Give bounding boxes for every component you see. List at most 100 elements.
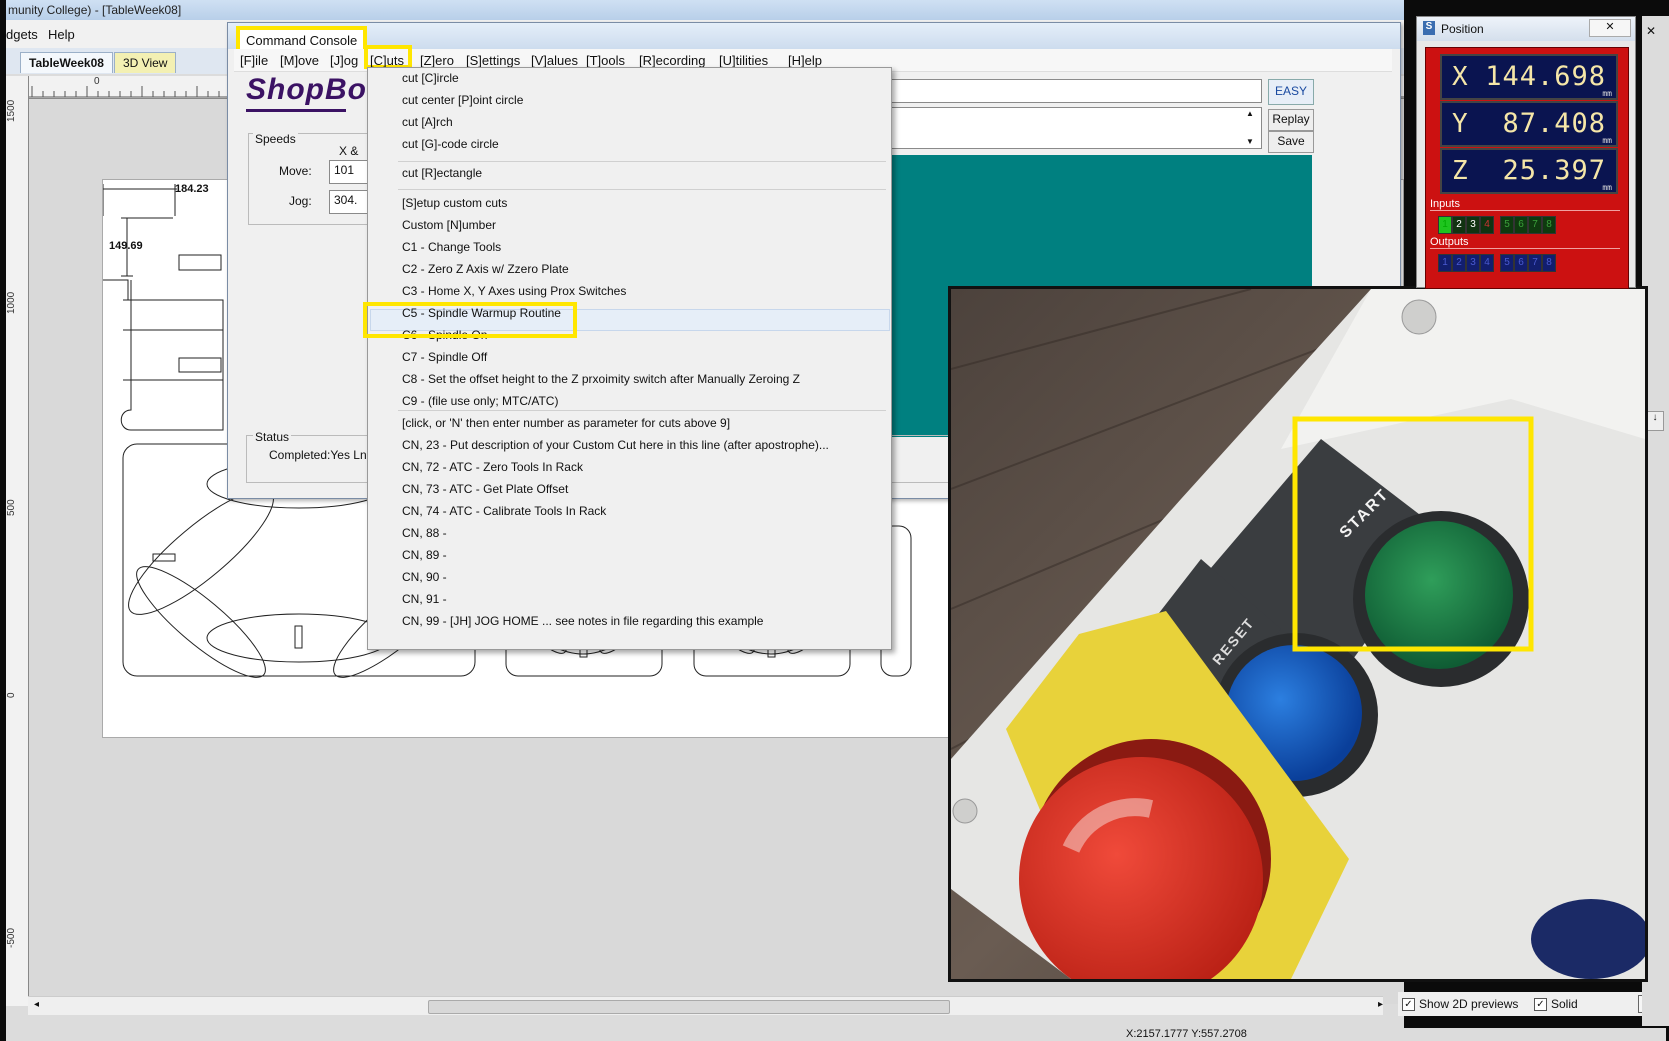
scroll-left-icon[interactable]: ◂ (34, 999, 39, 1010)
scroll-right-icon[interactable]: ▸ (1378, 999, 1383, 1010)
photo-image (951, 289, 1645, 979)
cuts-menu-item[interactable]: CN, 99 - [JH] JOG HOME ... see notes in … (402, 614, 763, 628)
close-icon[interactable]: ✕ (1589, 19, 1631, 37)
cuts-menu-item[interactable]: CN, 91 - (402, 592, 447, 606)
status-bar: X:2157.1777 Y:557.2708 (6, 1028, 1666, 1041)
menu-cuts[interactable]: [C]uts (370, 53, 404, 68)
cuts-menu-item[interactable]: C9 - (file use only; MTC/ATC) (402, 394, 558, 408)
cuts-menu-item[interactable]: C1 - Change Tools (402, 240, 501, 254)
ruler-left: 1500 1000 500 0 -500 (6, 76, 29, 1006)
menu-jog[interactable]: [J]og (330, 53, 358, 68)
cuts-menu-item[interactable]: CN, 90 - (402, 570, 447, 584)
status-text: Completed:Yes Ln: (269, 448, 370, 462)
move-speed-input[interactable]: 101 (329, 160, 369, 184)
window-title: munity College) - [TableWeek08] (8, 3, 182, 17)
menu-settings[interactable]: [S]ettings (466, 53, 520, 68)
menu-file[interactable]: [F]ile (240, 53, 268, 68)
x-readout: X 144.698 mm (1440, 54, 1618, 100)
cuts-menu-item[interactable]: CN, 88 - (402, 526, 447, 540)
cuts-menu-item[interactable]: CN, 73 - ATC - Get Plate Offset (402, 482, 568, 496)
cuts-menu-item[interactable]: C7 - Spindle Off (402, 350, 487, 364)
output-indicator: 4 (1480, 254, 1494, 272)
divider (1430, 248, 1620, 249)
solid-toggle[interactable]: ✓ Solid (1534, 997, 1578, 1012)
menu-move[interactable]: [M]ove (280, 53, 319, 68)
menu-utilities[interactable]: [U]tilities (719, 53, 768, 68)
output-indicator: 7 (1528, 254, 1542, 272)
cuts-menu-item[interactable]: CN, 89 - (402, 548, 447, 562)
ruler-left-label: -500 (6, 927, 17, 948)
cuts-menu-item[interactable]: CN, 23 - Put description of your Custom … (402, 438, 829, 452)
scroll-down-icon[interactable]: ▼ (1246, 137, 1254, 146)
inputs-label: Inputs (1430, 198, 1460, 210)
checkbox-checked-icon[interactable]: ✓ (1534, 998, 1547, 1012)
z-readout: Z 25.397 mm (1440, 148, 1618, 194)
command-input[interactable] (840, 79, 1262, 103)
menu-zero[interactable]: [Z]ero (420, 53, 454, 68)
y-axis-label: Y (1452, 109, 1468, 139)
move-speed-label: Move: (279, 164, 312, 178)
checkbox-checked-icon[interactable]: ✓ (1402, 998, 1415, 1012)
tab-3d-view[interactable]: 3D View (114, 52, 177, 73)
cuts-menu-item[interactable]: CN, 74 - ATC - Calibrate Tools In Rack (402, 504, 606, 518)
cuts-menu-item[interactable]: cut center [P]oint circle (402, 93, 523, 107)
outputs-label: Outputs (1430, 236, 1469, 248)
menu-separator (398, 161, 886, 162)
dimension-height: 149.69 (109, 240, 143, 252)
command-history[interactable] (840, 107, 1262, 149)
ruler-left-label: 500 (6, 499, 17, 516)
position-panel: S Position ✕ X 144.698 mm Y 87.408 mm Z … (1416, 16, 1636, 289)
cuts-menu-item[interactable]: cut [A]rch (402, 115, 453, 129)
replay-button[interactable]: Replay (1268, 109, 1314, 131)
menu-tools[interactable]: [T]ools (586, 53, 625, 68)
menu-values[interactable]: [V]alues (531, 53, 578, 68)
cuts-menu-item[interactable]: C8 - Set the offset height to the Z prxo… (402, 372, 800, 386)
cuts-menu-item[interactable]: [S]etup custom cuts (402, 196, 507, 210)
menu-help[interactable]: Help (48, 27, 75, 42)
cursor-coordinates: X:2157.1777 Y:557.2708 (1126, 1028, 1247, 1040)
save-button[interactable]: Save (1268, 131, 1314, 153)
dro-panel: X 144.698 mm Y 87.408 mm Z 25.397 mm Inp… (1425, 47, 1629, 289)
status-title: Status (253, 430, 292, 444)
input-indicator: 7 (1528, 216, 1542, 234)
cuts-menu-item[interactable]: Custom [N]umber (402, 218, 496, 232)
output-indicator: 1 (1438, 254, 1452, 272)
cuts-menu-item[interactable]: cut [R]ectangle (402, 166, 482, 180)
solid-label: Solid (1551, 997, 1578, 1011)
cuts-menu-item[interactable]: cut [C]ircle (402, 71, 459, 85)
speeds-title: Speeds (253, 132, 298, 146)
close-icon[interactable]: ✕ (1646, 24, 1656, 38)
y-value: 87.408 (1502, 108, 1606, 139)
ruler-left-label: 1500 (6, 99, 17, 122)
dimension-width: 184.23 (175, 183, 209, 195)
y-unit: mm (1602, 136, 1612, 145)
z-value: 25.397 (1502, 155, 1606, 186)
tab-tableweek08[interactable]: TableWeek08 (20, 52, 113, 73)
output-indicator: 3 (1466, 254, 1480, 272)
menu-recording[interactable]: [R]ecording (639, 53, 705, 68)
menu-gadgets[interactable]: dgets (6, 27, 38, 42)
divider (1430, 210, 1620, 211)
speeds-column-header: X & (339, 144, 359, 158)
ruler-left-label: 0 (6, 692, 17, 698)
scroll-up-icon[interactable]: ▲ (1246, 109, 1254, 118)
scrollbar-thumb[interactable] (428, 1000, 950, 1014)
menu-help[interactable]: [H]elp (788, 53, 822, 68)
cuts-menu-item[interactable]: cut [G]-code circle (402, 137, 499, 151)
easy-button[interactable]: EASY (1268, 79, 1314, 105)
show-2d-previews-toggle[interactable]: ✓ Show 2D previews (1402, 997, 1518, 1012)
input-indicator: 1 (1438, 216, 1452, 234)
cuts-menu-item[interactable]: [click, or 'N' then enter number as para… (402, 416, 730, 430)
x-value: 144.698 (1485, 61, 1606, 92)
cuts-menu-item[interactable]: C3 - Home X, Y Axes using Prox Switches (402, 284, 626, 298)
input-indicator: 2 (1452, 216, 1466, 234)
selected-item-highlight (363, 302, 577, 338)
input-indicator: 3 (1466, 216, 1480, 234)
cuts-menu-item[interactable]: CN, 72 - ATC - Zero Tools In Rack (402, 460, 583, 474)
scroll-down-icon[interactable]: ↓ (1646, 411, 1664, 431)
output-indicator: 6 (1514, 254, 1528, 272)
jog-speed-input[interactable]: 304. (329, 190, 369, 214)
cuts-menu-item[interactable]: C2 - Zero Z Axis w/ Zzero Plate (402, 262, 569, 276)
ruler-top-label: 0 (94, 76, 100, 87)
shopbot-logo: ShopBot (246, 73, 378, 106)
